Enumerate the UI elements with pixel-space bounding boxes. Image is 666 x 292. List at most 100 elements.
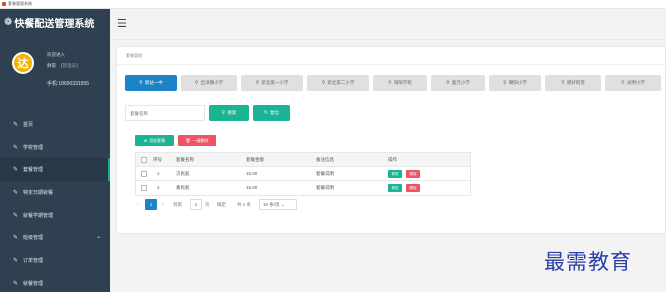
- edit-icon: ✎: [13, 121, 19, 128]
- add-icon: ⊞: [143, 138, 148, 143]
- package-table: 序号 套餐名称 套餐金额 备注信息 操作 1 汉民般 15.00 套餐说明 修改…: [135, 152, 471, 196]
- search-icon: ⚲: [388, 80, 392, 86]
- panel-title: 套餐管理: [126, 53, 142, 58]
- chevron-down-icon: ⌄: [95, 234, 101, 241]
- sidebar-item-home[interactable]: ✎ 首页: [0, 113, 110, 136]
- column-header: 序号: [153, 157, 162, 162]
- search-bar: ⚲搜索 ↻复位: [125, 105, 425, 121]
- brand-title: 快餐配送管理系统: [14, 19, 95, 30]
- window-titlebar: 套餐管理系统: [0, 0, 666, 9]
- search-icon: ⚲: [255, 80, 260, 86]
- tab-school[interactable]: ⚲ 建好阿克: [545, 75, 601, 91]
- tab-school[interactable]: ⚲ 朝阳小学: [489, 75, 541, 91]
- row-index: 2: [157, 185, 160, 190]
- sidebar-nav: ✎ 首页 ✎ 学校管理 ✎ 套餐管理 ✎ 特定日期就餐 ✎ 就餐学期管理 ✎ 班…: [0, 113, 110, 292]
- content-panel: 套餐管理 ⚲ 新站一中 ⚲ 岱洋镇小学 ⚲ 新北第一小学 ⚲ 新北第二小学 ⚲ 阳阳学校 …: [116, 46, 666, 234]
- pagination: ‹ 1 › 到第 1 页 确定 共 2 条 10 条/页 ⌄: [135, 199, 435, 211]
- tab-school[interactable]: ⚲ 阳阳学校: [373, 75, 427, 91]
- sidebar-item-label: 班级管理: [23, 235, 44, 242]
- sidebar-item-label: 就餐管理: [23, 280, 44, 287]
- search-icon: ⚲: [221, 110, 226, 116]
- tab-label: 光明小学: [626, 80, 645, 85]
- edit-button[interactable]: 修改: [388, 170, 402, 178]
- tab-school[interactable]: ⚲ 岱洋镇小学: [181, 75, 237, 91]
- goto-page-input[interactable]: 1: [190, 199, 202, 210]
- package-amount: 15.00: [246, 185, 258, 190]
- search-icon: ⚲: [503, 80, 507, 86]
- column-header: 备注信息: [316, 157, 334, 162]
- user-profile: 达 欢迎进入 静雷 【管理员】 手机:18650331555: [0, 36, 110, 98]
- school-tabs: ⚲ 新站一中 ⚲ 岱洋镇小学 ⚲ 新北第一小学 ⚲ 新北第二小学 ⚲ 阳阳学校 ⚲ 复元小学…: [125, 75, 665, 91]
- page-size-select[interactable]: 10 条/页 ⌄: [259, 199, 297, 210]
- sidebar-item-label: 特定日期就餐: [23, 189, 54, 196]
- reset-button[interactable]: ↻ 复位: [253, 105, 290, 121]
- goto-confirm-button[interactable]: 确定: [217, 199, 226, 210]
- search-icon: ⚲: [621, 80, 625, 86]
- row-checkbox[interactable]: [141, 185, 147, 191]
- delete-button[interactable]: 删除: [406, 184, 420, 192]
- tab-school[interactable]: ⚲ 复元小学: [431, 75, 485, 91]
- search-button[interactable]: ⚲ 搜索: [209, 105, 249, 121]
- tab-label: 岱洋镇小学: [200, 80, 224, 85]
- app-icon: [2, 2, 6, 6]
- edit-icon: ✎: [13, 235, 19, 242]
- package-name-input[interactable]: [125, 105, 205, 121]
- sidebar-item-dining[interactable]: ✎ 就餐管理: [0, 272, 110, 292]
- add-package-button[interactable]: ⊞ 添加套餐: [135, 135, 174, 146]
- tab-school[interactable]: ⚲ 新北第二小学: [307, 75, 369, 91]
- tab-label: 新站一中: [144, 80, 163, 85]
- search-icon: ⚲: [139, 80, 143, 86]
- current-page-button[interactable]: 1: [145, 199, 157, 210]
- sidebar-item-meal-package[interactable]: ✎ 套餐管理: [0, 158, 110, 182]
- sidebar-item-school[interactable]: ✎ 学校管理: [0, 136, 110, 159]
- table-row: 1 汉民般 15.00 套餐说明 修改 删除: [136, 167, 470, 181]
- divider: [117, 64, 666, 65]
- select-all-checkbox[interactable]: [141, 157, 147, 163]
- sidebar-item-special-date[interactable]: ✎ 特定日期就餐: [0, 181, 110, 204]
- sidebar-item-label: 学校管理: [23, 144, 44, 151]
- total-count: 共 2 条: [237, 202, 252, 207]
- sidebar-item-class[interactable]: ✎ 班级管理 ⌄: [0, 226, 110, 249]
- avatar[interactable]: 达: [12, 52, 34, 74]
- sidebar-item-label: 首页: [23, 121, 34, 128]
- tab-school[interactable]: ⚲ 新站一中: [125, 75, 177, 91]
- hamburger-icon[interactable]: ☰: [117, 19, 127, 30]
- edit-icon: ✎: [13, 189, 19, 196]
- reset-button-label: 复位: [270, 110, 280, 115]
- watermark-text: 最需教育: [544, 250, 632, 274]
- sidebar-item-label: 就餐学期管理: [23, 212, 54, 219]
- user-name: 静雷 【管理员】: [47, 63, 81, 69]
- tab-school[interactable]: ⚲ 光明小学: [605, 75, 661, 91]
- window-title: 套餐管理系统: [8, 1, 32, 6]
- batch-delete-label: 一键删除: [192, 137, 209, 143]
- next-page-button[interactable]: ›: [162, 199, 164, 210]
- add-button-label: 添加套餐: [149, 137, 166, 143]
- column-header: 套餐名称: [176, 157, 194, 162]
- package-name: 素民般: [176, 185, 190, 190]
- top-navbar: ☰: [110, 9, 666, 40]
- tab-school[interactable]: ⚲ 新北第一小学: [241, 75, 303, 91]
- sidebar-item-semester[interactable]: ✎ 就餐学期管理: [0, 204, 110, 227]
- brand: ❁ 快餐配送管理系统: [0, 9, 110, 36]
- row-checkbox[interactable]: [141, 171, 147, 177]
- tab-label: 新北第二小学: [327, 80, 355, 85]
- edit-icon: ✎: [13, 144, 19, 151]
- search-icon: ⚲: [446, 80, 450, 86]
- page-unit-label: 页: [205, 202, 210, 207]
- package-amount: 15.00: [246, 171, 258, 176]
- tab-label: 朝阳小学: [508, 80, 527, 85]
- table-header: 序号 套餐名称 套餐金额 备注信息 操作: [136, 153, 470, 167]
- sidebar-item-orders[interactable]: ✎ 订单管理: [0, 249, 110, 272]
- batch-delete-button[interactable]: 🗑 一键删除: [178, 135, 216, 146]
- prev-page-button[interactable]: ‹: [137, 199, 139, 210]
- search-icon: ⚲: [561, 80, 565, 86]
- delete-button[interactable]: 删除: [406, 170, 420, 178]
- refresh-icon: ↻: [263, 110, 269, 116]
- edit-button[interactable]: 修改: [388, 184, 402, 192]
- tab-label: 新北第一小学: [261, 80, 289, 85]
- edit-icon: ✎: [13, 212, 19, 219]
- edit-icon: ✎: [13, 167, 19, 174]
- search-button-label: 搜索: [227, 110, 237, 115]
- search-icon: ⚲: [194, 80, 199, 86]
- column-header: 操作: [388, 157, 397, 162]
